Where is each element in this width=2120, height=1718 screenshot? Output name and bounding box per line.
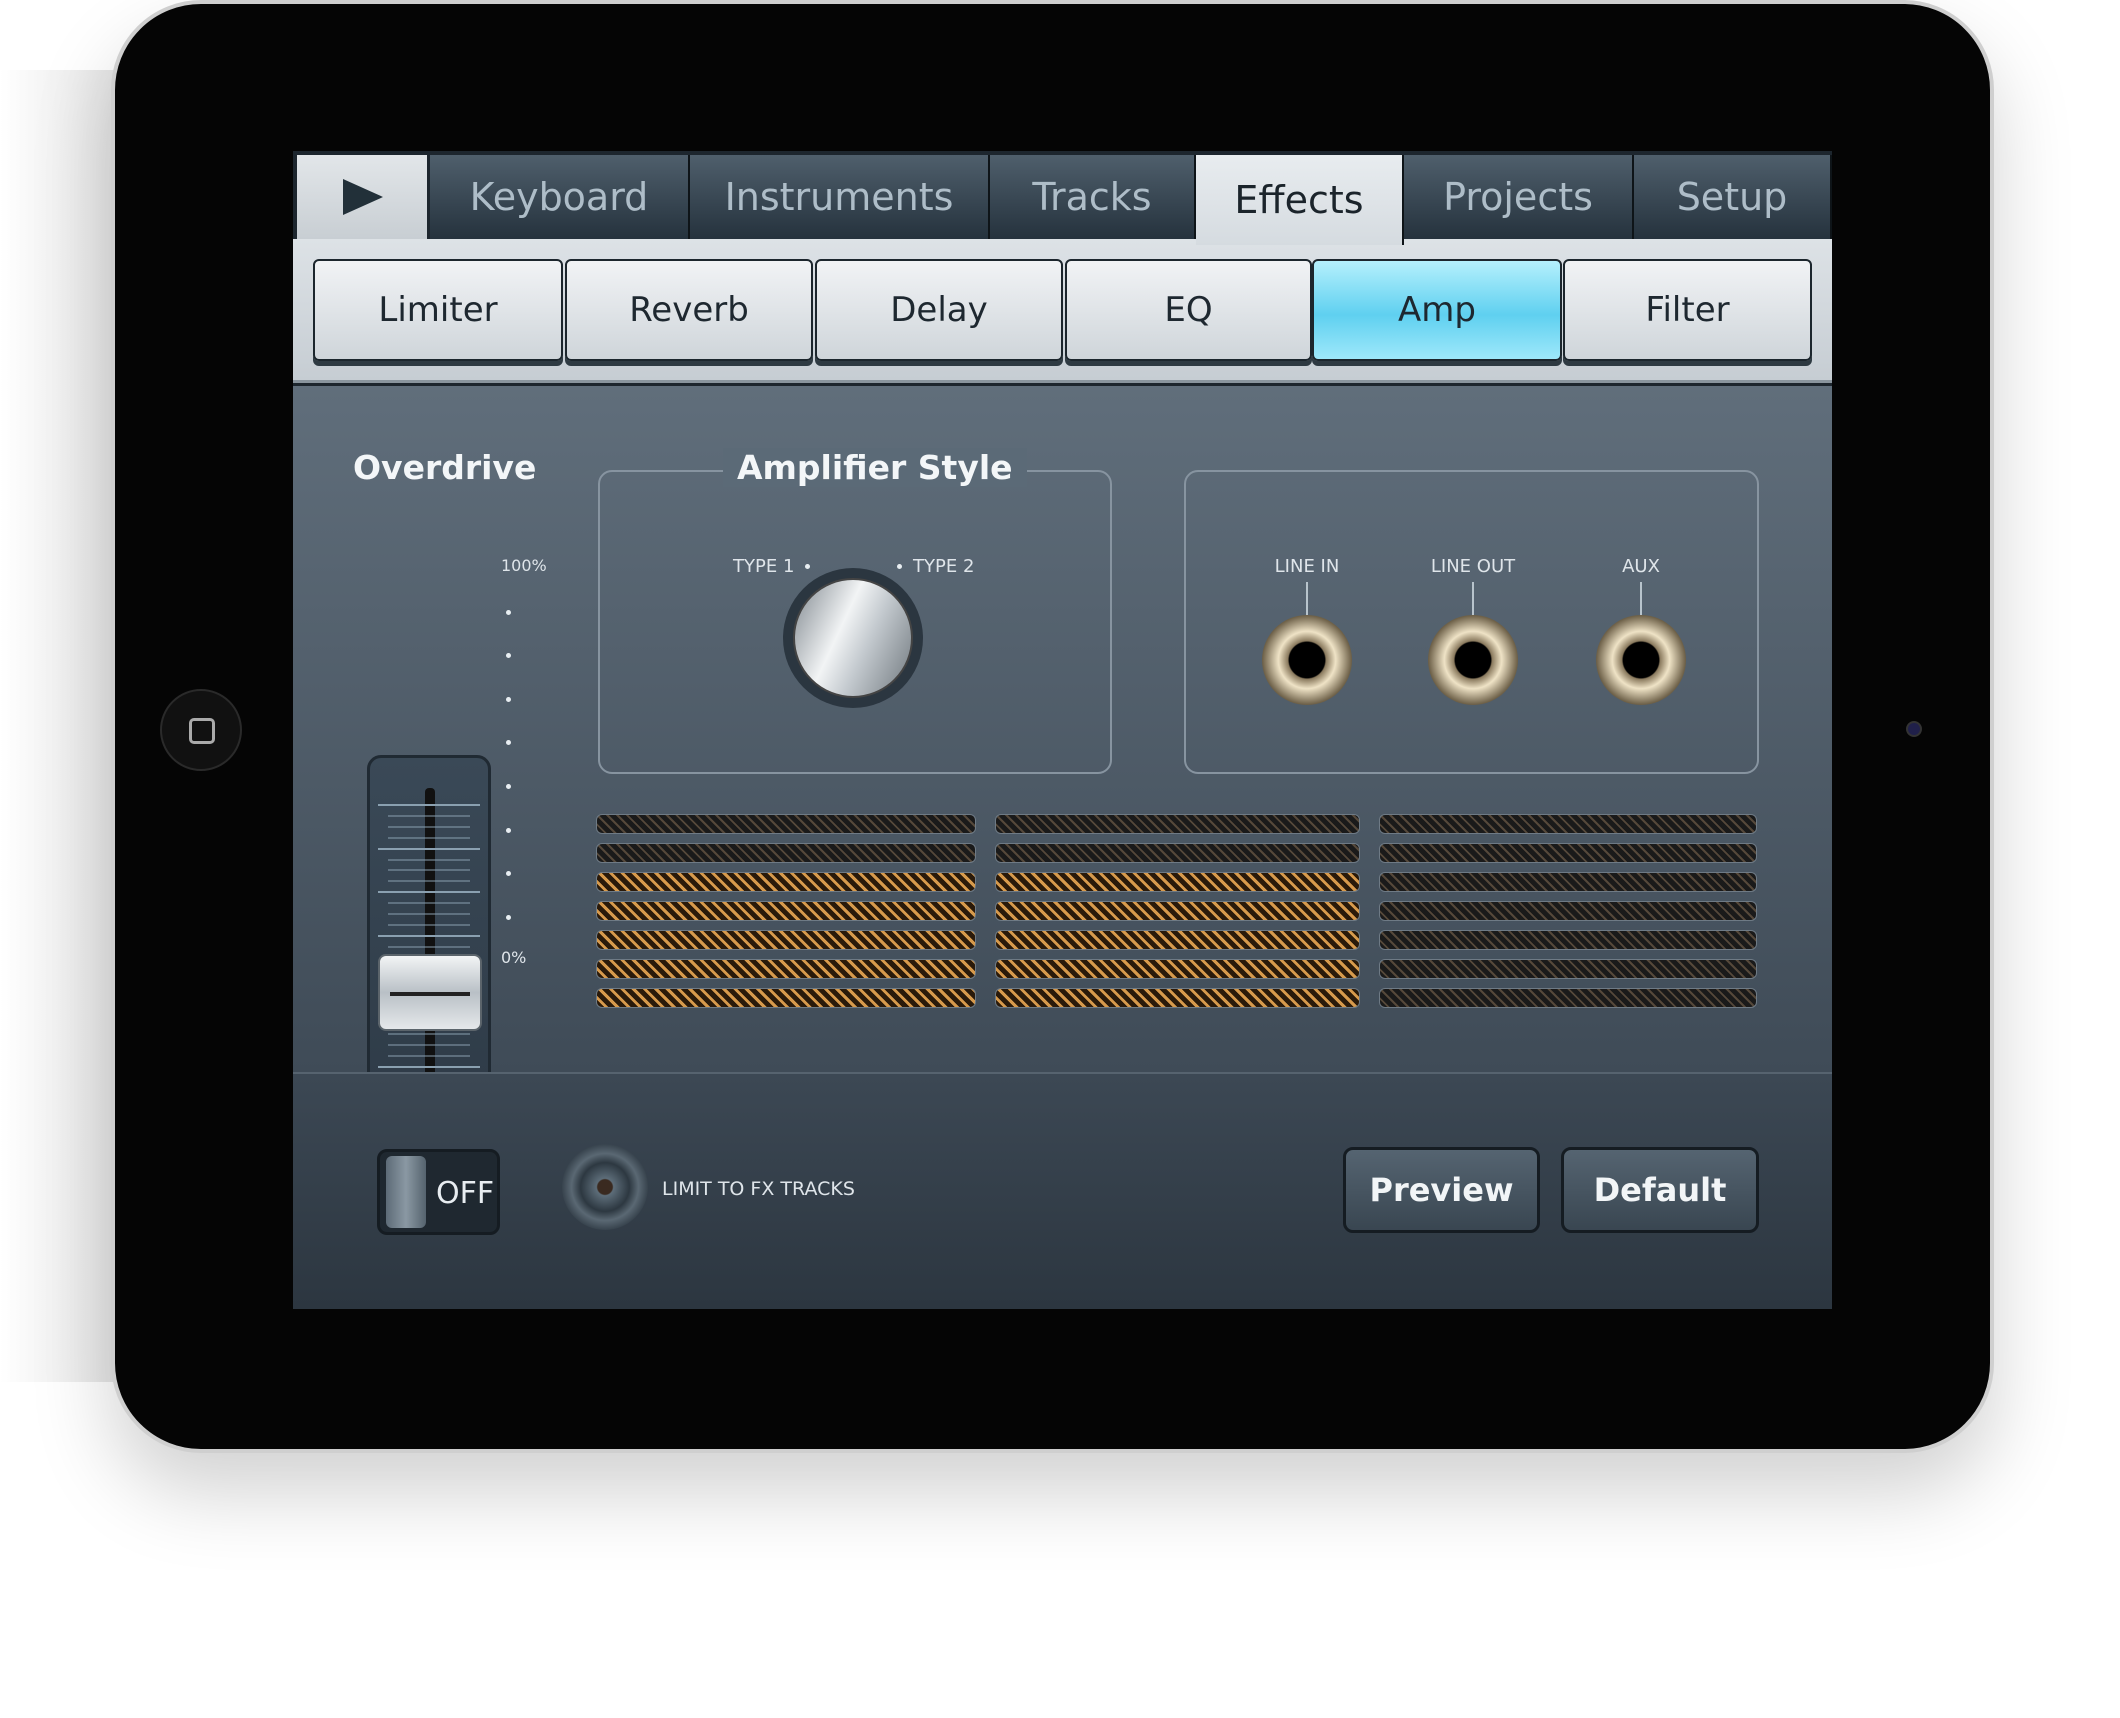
type1-dot	[805, 564, 810, 569]
play-button[interactable]	[297, 155, 427, 239]
effect-amp[interactable]: Amp	[1312, 259, 1562, 361]
fader-tick	[388, 1032, 470, 1035]
type2-label[interactable]: TYPE 2	[913, 556, 974, 577]
limit-fx-label: LIMIT TO FX TRACKS	[662, 1178, 855, 1200]
amp-style-title: Amplifier Style	[723, 448, 1027, 487]
grille-slat	[596, 930, 976, 950]
fader-tick	[388, 945, 470, 948]
fader-tick	[388, 1054, 470, 1057]
type2-dot	[897, 564, 902, 569]
tab-tracks[interactable]: Tracks	[990, 155, 1196, 239]
fader-tick	[378, 804, 480, 806]
fader-min-label: 0%	[501, 948, 527, 967]
type1-label[interactable]: TYPE 1	[733, 556, 794, 577]
grille-slat	[995, 930, 1360, 950]
grille-slat	[596, 872, 976, 892]
effect-filter[interactable]: Filter	[1563, 259, 1812, 361]
fader-max-label: 100%	[501, 556, 547, 575]
thumb-line	[390, 992, 470, 997]
fader-tick	[388, 1043, 470, 1046]
scale-dot	[506, 871, 511, 877]
effect-limiter[interactable]: Limiter	[313, 259, 563, 361]
line-out-jack[interactable]	[1428, 615, 1518, 705]
knob-cap	[793, 578, 913, 698]
grille-slat	[995, 959, 1360, 979]
line-in-stem	[1306, 582, 1308, 618]
fader-tick	[388, 902, 470, 905]
toggle-knob	[386, 1156, 426, 1228]
fader-tick	[378, 847, 480, 850]
line-in-label: LINE IN	[1274, 556, 1340, 577]
grille-slat	[596, 814, 976, 834]
grille-slat	[995, 872, 1360, 892]
amp-style-knob[interactable]	[783, 568, 923, 708]
scale-dot	[506, 653, 511, 659]
grille-slat	[995, 988, 1360, 1008]
tab-projects[interactable]: Projects	[1404, 155, 1634, 239]
scale-dot	[506, 914, 511, 920]
fader-tick	[388, 814, 470, 817]
overdrive-title: Overdrive	[353, 448, 537, 487]
grille-slat	[1379, 814, 1757, 834]
grille-slat	[995, 814, 1360, 834]
fader-thumb[interactable]	[378, 954, 482, 1032]
grille-slat	[995, 901, 1360, 921]
effects-bar: Limiter Reverb Delay EQ Amp Filter	[293, 239, 1832, 383]
tab-effects[interactable]: Effects	[1196, 155, 1404, 245]
scale-dot	[506, 609, 511, 615]
fader-tick	[388, 836, 470, 839]
fader-tick	[388, 825, 470, 828]
limit-fx-radio[interactable]	[562, 1144, 648, 1230]
default-button[interactable]: Default	[1561, 1147, 1759, 1233]
scale-dot	[506, 740, 511, 746]
effect-reverb[interactable]: Reverb	[565, 259, 813, 361]
scale-dot	[506, 827, 511, 833]
camera	[1906, 721, 1922, 737]
aux-stem	[1640, 582, 1642, 618]
grille-slat	[995, 843, 1360, 863]
line-out-stem	[1472, 582, 1474, 618]
tab-keyboard[interactable]: Keyboard	[430, 155, 690, 239]
fader-tick	[378, 1065, 480, 1068]
aux-jack[interactable]	[1596, 615, 1686, 705]
background-shadow	[0, 70, 120, 1382]
scale-dot	[506, 696, 511, 702]
app-screen: Keyboard Instruments Tracks Projects Set…	[293, 151, 1832, 1309]
fader-tick	[388, 869, 470, 872]
bottom-bar: OFF LIMIT TO FX TRACKS Preview Default	[293, 1072, 1832, 1309]
grille-slat	[596, 901, 976, 921]
home-square-icon	[189, 718, 215, 744]
grille-slat	[1379, 901, 1757, 921]
fader-tick	[378, 934, 480, 937]
tab-instruments[interactable]: Instruments	[690, 155, 990, 239]
grille-slat	[596, 959, 976, 979]
amp-panel: Overdrive 100% 0% Amplifier Style TYPE 1…	[293, 386, 1832, 1238]
grille-slat	[596, 988, 976, 1008]
scale-dot	[506, 784, 511, 789]
aux-label: AUX	[1622, 556, 1660, 577]
grille-slat	[1379, 872, 1757, 892]
grille-slat	[1379, 959, 1757, 979]
home-button[interactable]	[160, 689, 242, 771]
fader-tick	[388, 858, 470, 861]
effect-delay[interactable]: Delay	[815, 259, 1063, 361]
preview-button[interactable]: Preview	[1343, 1147, 1540, 1233]
grille-slat	[1379, 988, 1757, 1008]
play-icon	[343, 179, 383, 215]
fader-tick	[378, 891, 480, 894]
grille-slat	[596, 843, 976, 863]
grille-slat	[1379, 930, 1757, 950]
on-off-toggle[interactable]: OFF	[377, 1149, 500, 1235]
tab-setup[interactable]: Setup	[1634, 155, 1832, 239]
line-out-label: LINE OUT	[1430, 556, 1516, 577]
fader-tick	[388, 913, 470, 915]
effect-eq[interactable]: EQ	[1065, 259, 1312, 361]
grille-slat	[1379, 843, 1757, 863]
fader-tick	[388, 880, 470, 883]
toggle-label: OFF	[436, 1176, 495, 1211]
fader-tick	[388, 923, 470, 926]
line-in-jack[interactable]	[1262, 615, 1352, 705]
